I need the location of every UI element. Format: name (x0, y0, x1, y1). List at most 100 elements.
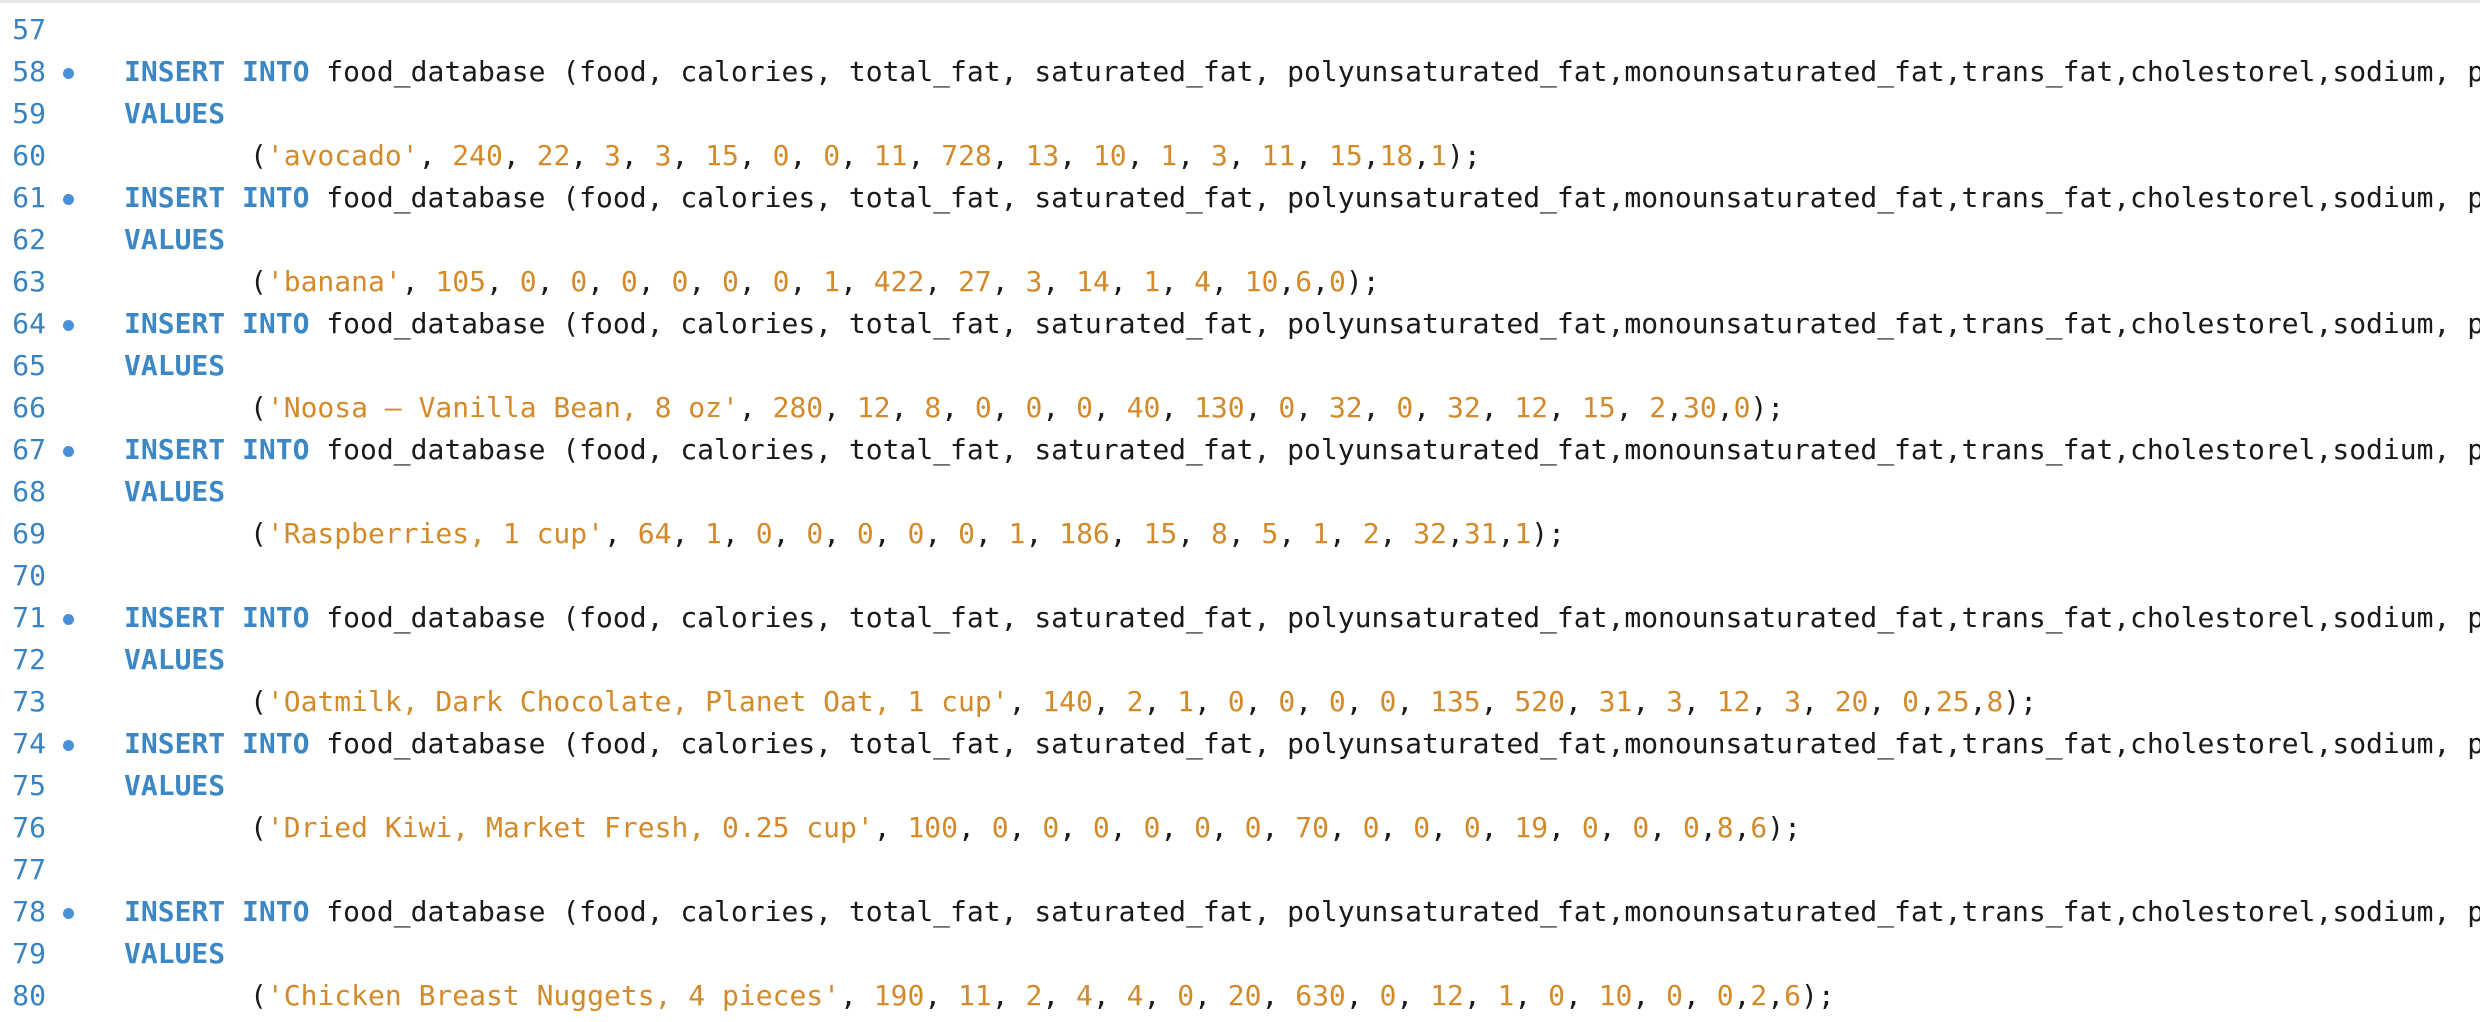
separator: , (1261, 811, 1296, 844)
separator: , (1278, 265, 1296, 298)
code-line[interactable]: 76 ('Dried Kiwi, Market Fresh, 0.25 cup',… (0, 807, 2480, 849)
number-literal: 0 (806, 517, 824, 550)
statement-marker-icon[interactable] (63, 908, 74, 919)
separator: , (1143, 685, 1178, 718)
code-line[interactable]: 61 INSERT INTO food_database (food, calor… (0, 177, 2480, 219)
separator: , (1244, 685, 1279, 718)
line-number: 74 (12, 727, 46, 760)
number-literal: 630 (1295, 979, 1346, 1012)
number-literal: 0 (1902, 685, 1919, 718)
separator: , (1295, 685, 1329, 718)
code-editor[interactable]: 57 58 INSERT INTO food_database (food, cal… (0, 0, 2480, 1022)
keyword-values: VALUES (124, 349, 226, 382)
statement-marker-icon[interactable] (63, 194, 74, 205)
code-line[interactable]: 57 (0, 9, 2480, 51)
statement-marker-icon[interactable] (63, 320, 74, 331)
code-line[interactable]: 68 VALUES (0, 471, 2480, 513)
separator: , (1379, 811, 1414, 844)
separator: , (1682, 685, 1717, 718)
open-paren: ( (250, 979, 267, 1012)
number-literal: 12 (1514, 391, 1549, 424)
code-line[interactable]: 77 (0, 849, 2480, 891)
code-line[interactable]: 62 VALUES (0, 219, 2480, 261)
separator: , (772, 517, 807, 550)
keyword-insert: INSERT (124, 307, 226, 340)
values-row: ('Raspberries, 1 cup', 64, 1, 0, 0, 0, 0… (250, 513, 1565, 555)
code-line[interactable]: 70 (0, 555, 2480, 597)
code-line[interactable]: 64 INSERT INTO food_database (food, calor… (0, 303, 2480, 345)
number-literal: 0 (1194, 811, 1211, 844)
code-line[interactable]: 74 INSERT INTO food_database (food, calor… (0, 723, 2480, 765)
number-literal: 135 (1430, 685, 1481, 718)
keyword-insert: INSERT (124, 55, 226, 88)
code-line[interactable]: 65 VALUES (0, 345, 2480, 387)
number-literal: 0 (1143, 811, 1161, 844)
code-line[interactable]: 66 ('Noosa – Vanilla Bean, 8 oz', 280, 12… (0, 387, 2480, 429)
separator: , (1295, 391, 1329, 424)
code-line[interactable]: 75 VALUES (0, 765, 2480, 807)
separator: , (1800, 685, 1835, 718)
number-literal: 240 (452, 139, 503, 172)
separator: , (991, 139, 1026, 172)
code-line[interactable]: 67 INSERT INTO food_database (food, calor… (0, 429, 2480, 471)
statement-marker-icon[interactable] (63, 68, 74, 79)
number-literal: 0 (722, 265, 739, 298)
separator: , (958, 811, 992, 844)
keyword-insert: INSERT (124, 433, 226, 466)
code-line[interactable]: 80 ('Chicken Breast Nuggets, 4 pieces', 1… (0, 975, 2480, 1017)
code-line[interactable]: 71 INSERT INTO food_database (food, calor… (0, 597, 2480, 639)
food-string: 'Noosa – Vanilla Bean, 8 oz' (266, 391, 739, 424)
statement-marker-icon[interactable] (63, 446, 74, 457)
number-literal: 10 (1598, 979, 1633, 1012)
separator: , (1109, 265, 1144, 298)
number-literal: 10 (1244, 265, 1279, 298)
line-number: 77 (12, 853, 46, 886)
line-number: 63 (12, 265, 46, 298)
separator: , (1564, 685, 1599, 718)
number-literal: 0 (958, 517, 975, 550)
separator: , (873, 811, 908, 844)
statement-marker-icon[interactable] (63, 740, 74, 751)
number-literal: 0 (1025, 391, 1043, 424)
number-literal: 13 (1025, 139, 1060, 172)
number-literal: 280 (772, 391, 824, 424)
numeric-values: , 140, 2, 1, 0, 0, 0, 0, 135, 520, 31, 3… (1009, 685, 2004, 718)
numeric-values: , 100, 0, 0, 0, 0, 0, 0, 70, 0, 0, 0, 19… (874, 811, 1768, 844)
code-line[interactable]: 72 VALUES (0, 639, 2480, 681)
separator: , (1615, 391, 1650, 424)
separator: , (1025, 517, 1060, 550)
separator: , (840, 265, 874, 298)
number-literal: 1 (1177, 685, 1195, 718)
statement-marker-icon[interactable] (63, 614, 74, 625)
number-literal: 15 (1328, 139, 1363, 172)
code-line[interactable]: 63 ('banana', 105, 0, 0, 0, 0, 0, 0, 1, 4… (0, 261, 2480, 303)
line-number: 58 (12, 55, 46, 88)
separator: , (1210, 265, 1245, 298)
values-row: ('Dried Kiwi, Market Fresh, 0.25 cup', 1… (250, 807, 1801, 849)
code-line[interactable]: 73 ('Oatmilk, Dark Chocolate, Planet Oat,… (0, 681, 2480, 723)
number-literal: 0 (1227, 685, 1245, 718)
number-literal: 0 (1632, 811, 1650, 844)
code-line[interactable]: 79 VALUES (0, 933, 2480, 975)
separator: , (1480, 685, 1515, 718)
code-line[interactable]: 59 VALUES (0, 93, 2480, 135)
keyword-insert: INSERT (124, 727, 226, 760)
keyword-insert: INSERT (124, 895, 226, 928)
code-line[interactable]: 78 INSERT INTO food_database (food, calor… (0, 891, 2480, 933)
code-line[interactable]: 60 ('avocado', 240, 22, 3, 3, 15, 0, 0, 1… (0, 135, 2480, 177)
insert-columns: food_database (food, calories, total_fat… (309, 55, 2480, 88)
code-line[interactable]: 69 ('Raspberries, 1 cup', 64, 1, 0, 0, 0,… (0, 513, 2480, 555)
food-string: 'Raspberries, 1 cup' (266, 517, 605, 550)
number-literal: 30 (1683, 391, 1717, 424)
number-literal: 0 (671, 265, 689, 298)
keyword-into: INTO (242, 55, 310, 88)
number-literal: 3 (604, 139, 621, 172)
separator: , (1666, 391, 1683, 424)
separator: , (1598, 811, 1633, 844)
insert-statement: INSERT INTO food_database (food, calorie… (124, 429, 2480, 471)
number-literal: 19 (1514, 811, 1549, 844)
number-literal: 18 (1379, 139, 1414, 172)
separator: , (1733, 979, 1751, 1012)
number-literal: 32 (1328, 391, 1363, 424)
code-line[interactable]: 58 INSERT INTO food_database (food, calor… (0, 51, 2480, 93)
